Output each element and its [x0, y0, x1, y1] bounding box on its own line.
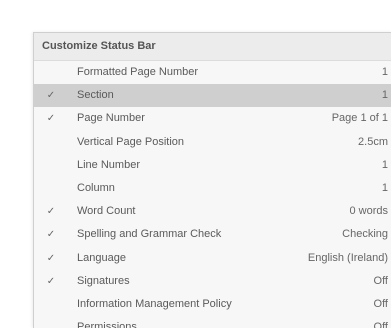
- check-icon: ✓: [46, 113, 56, 125]
- menu-item-word-count[interactable]: ✓ Word Count 0 words: [34, 200, 391, 223]
- menu-item-value: 1: [381, 181, 388, 194]
- menu-item-label: Column: [77, 181, 115, 194]
- menu-item-value: Page 1 of 1: [331, 112, 388, 125]
- menu-item-value: 1: [381, 66, 388, 78]
- menu-item-label: Word Count: [77, 205, 136, 218]
- menu-item-language[interactable]: ✓ Language English (Ireland): [34, 247, 391, 270]
- menu-item-page-number[interactable]: ✓ Page Number Page 1 of 1: [34, 107, 391, 130]
- menu-item-label: Language: [77, 251, 126, 264]
- menu-item-label: Permissions: [77, 321, 137, 328]
- menu-item-value: Off: [373, 297, 388, 310]
- menu-item-value: Off: [373, 321, 388, 328]
- menu-item-label: Page Number: [77, 112, 145, 125]
- menu-item-value: 2.5cm: [358, 135, 388, 148]
- menu-item-value: English (Ireland): [307, 251, 388, 264]
- menu-item-line-number[interactable]: Line Number 1: [34, 154, 391, 177]
- menu-item-value: 1: [381, 158, 388, 171]
- menu-item-value: Checking: [342, 228, 388, 241]
- menu-item-permissions[interactable]: Permissions Off: [34, 316, 391, 328]
- menu-item-label: Vertical Page Position: [77, 135, 185, 148]
- menu-item-information-management-policy[interactable]: Information Management Policy Off: [34, 293, 391, 316]
- menu-title: Customize Status Bar: [34, 33, 391, 61]
- menu-item-value: Off: [373, 274, 388, 287]
- menu-item-formatted-page-number[interactable]: Formatted Page Number 1: [34, 61, 391, 84]
- menu-item-label: Section: [77, 89, 114, 102]
- check-icon: ✓: [46, 275, 56, 287]
- check-icon: ✓: [46, 252, 56, 264]
- menu-item-vertical-page-position[interactable]: Vertical Page Position 2.5cm: [34, 131, 391, 154]
- menu-item-label: Formatted Page Number: [77, 66, 199, 78]
- check-icon: ✓: [46, 90, 56, 102]
- check-icon: ✓: [46, 206, 56, 218]
- menu-item-label: Signatures: [77, 274, 130, 287]
- menu-item-label: Line Number: [77, 158, 140, 171]
- menu-item-value: 1: [381, 89, 388, 102]
- menu-item-section[interactable]: ✓ Section 1: [34, 84, 391, 108]
- menu-item-column[interactable]: Column 1: [34, 177, 391, 200]
- menu-item-label: Information Management Policy: [77, 297, 232, 310]
- menu-item-spelling-grammar-check[interactable]: ✓ Spelling and Grammar Check Checking: [34, 223, 391, 246]
- check-icon: ✓: [46, 229, 56, 241]
- menu-item-signatures[interactable]: ✓ Signatures Off: [34, 270, 391, 293]
- menu-item-value: 0 words: [349, 205, 388, 218]
- customize-status-bar-menu: Customize Status Bar Formatted Page Numb…: [33, 32, 391, 328]
- menu-item-label: Spelling and Grammar Check: [77, 228, 222, 241]
